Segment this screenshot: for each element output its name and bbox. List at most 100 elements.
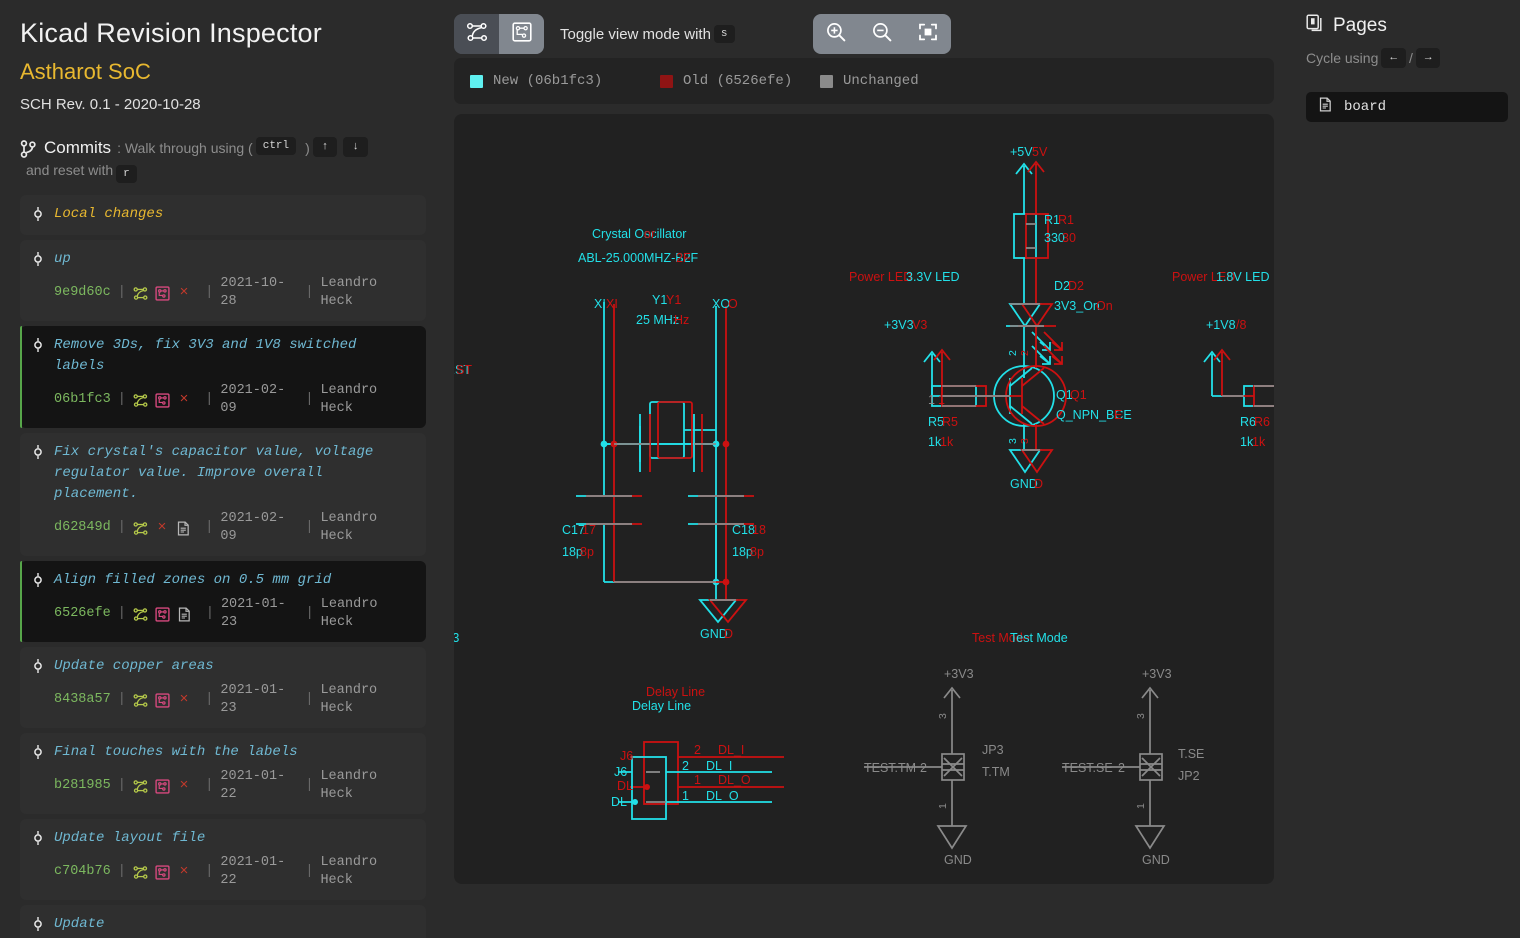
label-c18-val-old: 8p (750, 545, 764, 559)
label-pin2-new: 2 (682, 759, 689, 773)
commit-item[interactable]: Fix crystal's capacitor value, voltage r… (20, 433, 426, 556)
label-d2-old: D2 (1068, 279, 1084, 293)
page-file-icon (1318, 97, 1333, 117)
commit-item[interactable]: Update layout file c704b76 | × | 2021-01… (20, 819, 426, 900)
label-y1-old: Y1 (666, 293, 681, 307)
commit-item[interactable]: up 9e9d60c | × | 2021-10-28 | Leandro He… (20, 240, 426, 321)
key-arrow-right[interactable]: → (1415, 48, 1441, 68)
board-change-icon (155, 864, 170, 880)
key-s: s (713, 25, 735, 43)
schematic-canvas[interactable]: RST ST V3 Crystal Oscillator or ABL-25.0… (454, 114, 1274, 884)
commit-message: up (54, 251, 71, 267)
app-root: Kicad Revision Inspector Astharot SoC SC… (0, 0, 1520, 938)
key-arrow-up[interactable]: ↑ (312, 137, 338, 157)
zoom-in-button[interactable] (813, 14, 859, 54)
board-change-icon (155, 778, 170, 794)
label-q1-val-old: E (1114, 408, 1122, 422)
commit-message: Update (54, 916, 105, 932)
page-list: board (1306, 92, 1508, 122)
no-change-icon: × (179, 691, 189, 708)
meta-separator: | (117, 606, 126, 621)
delay-title-new: Delay Line (632, 699, 691, 713)
label-dlo-old: DL_O (718, 773, 751, 787)
commit-item[interactable]: Align filled zones on 0.5 mm grid 6526ef… (20, 561, 426, 642)
meta-separator: | (117, 520, 126, 535)
meta-separator: | (205, 606, 214, 621)
commit-author: Leandro Heck (320, 276, 378, 309)
page-name: board (1344, 99, 1387, 115)
label-c17-val-old: 8p (580, 545, 594, 559)
led33-title-new: 3.3V LED (906, 270, 960, 284)
commit-node-icon (32, 445, 44, 459)
led18-title-new: 1.8V LED (1216, 270, 1270, 284)
label-xo-old: O (728, 297, 738, 311)
label-tm-pin2: 2 (920, 761, 927, 775)
label-dlo-new: DL_O (706, 789, 739, 803)
label-jp2-pin3: 3 (1135, 713, 1147, 719)
commit-meta: 9e9d60c | × | 2021-10-28 | Leandro Heck (54, 275, 414, 311)
zoom-in-icon (825, 21, 847, 48)
label-r1-val-old: 30 (1062, 231, 1076, 245)
label-r5-pin: 1 (928, 393, 935, 407)
label-pin2-old: 2 (694, 743, 701, 757)
label-gnd-q-old: D (1034, 477, 1043, 491)
commit-item[interactable]: Local changes (20, 195, 426, 235)
commit-item[interactable]: Update 0f299ec | | (20, 905, 426, 938)
label-r5-val-old: 1k (940, 435, 954, 449)
commit-meta: 8438a57 | × | 2021-01-23 | Leandro Heck (54, 682, 414, 718)
schematic-change-icon (133, 521, 148, 536)
label-tm-3v3: +3V3 (944, 667, 974, 681)
label-r6-val-old: 1k (1252, 435, 1266, 449)
label-test-tm: TEST.TM (864, 761, 916, 775)
label-q1-pin2-new: 2 (1007, 350, 1019, 356)
block-test-mode: Test Mode Test Mode +3V3 TEST.TM 2 JP3 T… (864, 631, 1204, 867)
zoom-fit-button[interactable] (905, 14, 951, 54)
label-gnd-xtal-old: D (724, 627, 733, 641)
legend-item-unchanged: Unchanged (820, 73, 919, 89)
board-view-button[interactable] (499, 14, 544, 54)
label-dli-old: DL_I (718, 743, 744, 757)
meta-separator: | (305, 520, 314, 535)
label-q1-old: Q1 (1070, 388, 1087, 402)
key-arrow-down[interactable]: ↓ (343, 137, 369, 157)
commit-item[interactable]: Remove 3Ds, fix 3V3 and 1V8 switched lab… (20, 326, 426, 428)
delay-title-old: Delay Line (646, 685, 705, 699)
label-r5-old: R5 (942, 415, 958, 429)
commit-node-icon (32, 659, 44, 673)
commit-node-icon (32, 207, 44, 221)
label-se-pin2: 2 (1118, 761, 1125, 775)
diff-legend: New (06b1fc3) Old (6526efe) Unchanged (454, 58, 1274, 104)
commit-date: 2021-10-28 (220, 276, 286, 309)
commit-meta: 06b1fc3 | × | 2021-02-09 | Leandro Heck (54, 382, 414, 418)
label-jp3-pin1: 1 (937, 803, 949, 809)
no-change-icon: × (157, 519, 167, 536)
commit-hash: 6526efe (54, 606, 111, 621)
legend-label-new: New (06b1fc3) (493, 73, 603, 89)
page-item[interactable]: board (1306, 92, 1508, 122)
commit-item[interactable]: Final touches with the labels b281985 | … (20, 733, 426, 814)
commit-node-icon (32, 573, 44, 587)
project-title: Astharot SoC (20, 59, 151, 84)
key-arrow-left[interactable]: ← (1381, 48, 1406, 68)
label-rst-old: ST (456, 363, 472, 377)
schematic-change-icon (133, 607, 148, 622)
label-j6-new: J6 (614, 765, 627, 779)
commit-item[interactable]: Update copper areas 8438a57 | × | 2021-0… (20, 647, 426, 728)
no-change-icon: × (179, 863, 189, 880)
commit-message: Local changes (54, 206, 164, 222)
commit-meta: b281985 | × | 2021-01-22 | Leandro Heck (54, 768, 414, 804)
sidebar: Kicad Revision Inspector Astharot SoC SC… (0, 0, 446, 938)
label-1v8-new: +1V8 (1206, 318, 1236, 332)
commit-message: Update copper areas (54, 658, 214, 674)
label-xi-new: XI (594, 297, 606, 311)
schematic-view-button[interactable] (454, 14, 499, 54)
commit-date: 2021-01-23 (220, 683, 286, 716)
label-j6-old: J6 (620, 749, 633, 763)
commit-author: Leandro Heck (320, 855, 378, 888)
block-delay-line: Delay Line Delay Line J6 J6 DL DL 2 DL_I… (611, 685, 784, 820)
commits-header: Commits : Walk through using ( ctrl ) ↑ … (20, 137, 426, 183)
commit-message: Update layout file (54, 830, 206, 846)
zoom-out-button[interactable] (859, 14, 905, 54)
label-tm-gnd: GND (944, 853, 972, 867)
schematic-change-icon (133, 393, 148, 408)
